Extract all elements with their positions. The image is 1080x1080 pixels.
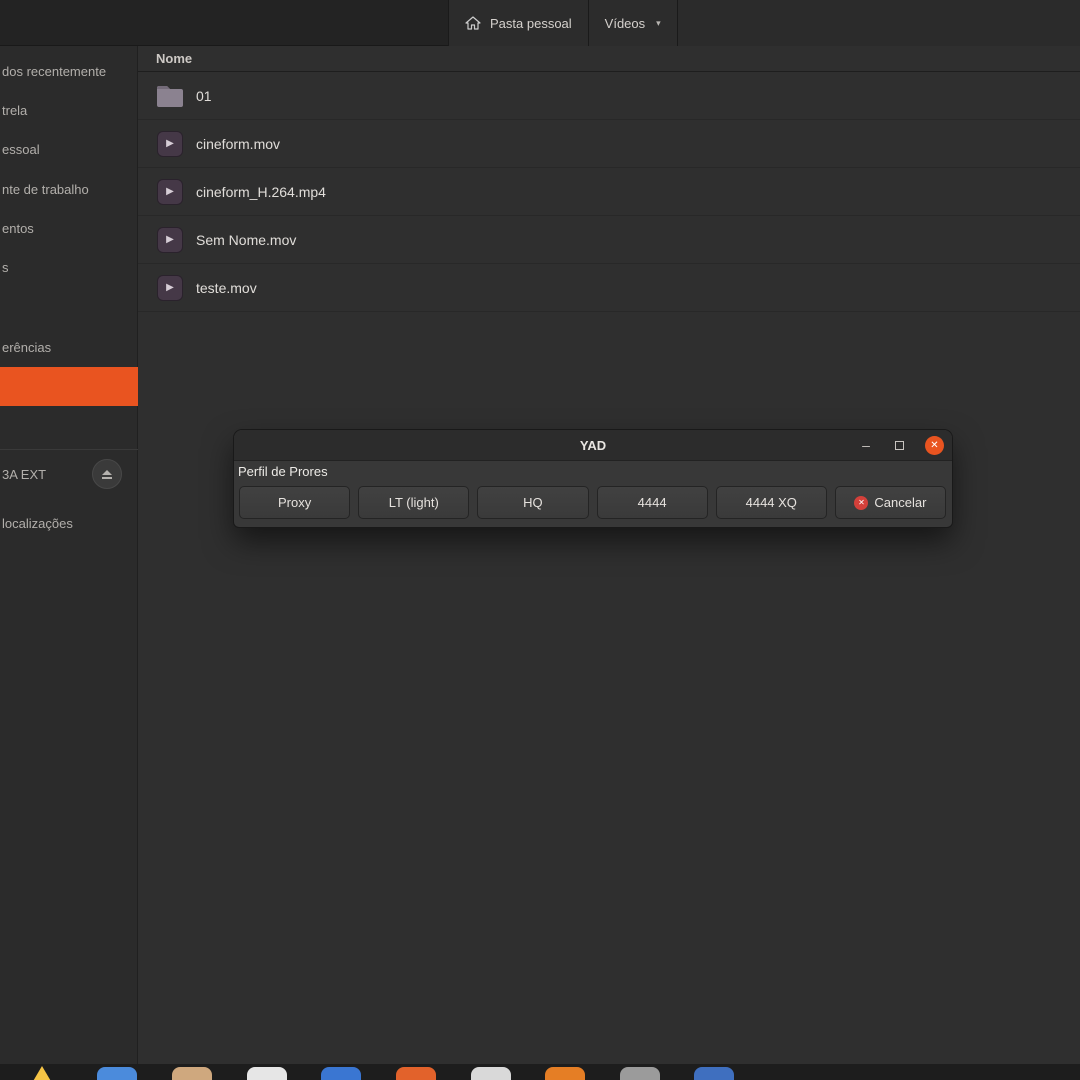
play-icon: ▶	[166, 234, 174, 245]
folder-icon	[156, 85, 184, 107]
sidebar-item-label: dos recentemente	[2, 63, 107, 79]
dock-app-icon-8[interactable]	[545, 1067, 585, 1080]
eject-button[interactable]	[92, 459, 122, 489]
button-label: Proxy	[277, 495, 312, 510]
dialog-title: YAD	[579, 437, 607, 453]
maximize-button[interactable]	[895, 440, 904, 450]
sidebar-item-label: erências	[2, 339, 52, 355]
dialog-button-row: Proxy LT (light) HQ 4444 4444 XQ ✕ Cance…	[238, 486, 947, 519]
sidebar-item-label: localizações	[2, 515, 73, 531]
dock-app-icon-4[interactable]	[247, 1067, 287, 1080]
dock	[0, 1064, 1080, 1080]
sidebar-item-label: trela	[2, 102, 28, 118]
sidebar-item-starred[interactable]: trela	[0, 91, 138, 129]
close-button[interactable]: ✕	[925, 435, 944, 455]
sidebar-item-label: 3A EXT	[2, 466, 47, 482]
minimize-button[interactable]: –	[858, 437, 874, 453]
video-file-icon: ▶	[157, 178, 183, 205]
dock-app-icon-7[interactable]	[471, 1067, 511, 1080]
path-bar-empty	[676, 0, 1080, 46]
dock-app-icon-3[interactable]	[172, 1067, 212, 1080]
sidebar-item-desktop[interactable]: nte de trabalho	[0, 170, 138, 208]
cancel-button[interactable]: ✕ Cancelar	[834, 486, 947, 519]
dialog-label: Perfil de Prores	[238, 464, 328, 479]
lt-light-button[interactable]: LT (light)	[358, 486, 470, 519]
play-icon: ▶	[166, 138, 174, 149]
p4444xq-button[interactable]: 4444 XQ	[715, 486, 827, 519]
sidebar-item-label: entos	[2, 220, 34, 236]
sidebar: dos recentemente trela essoal nte de tra…	[0, 46, 138, 1064]
breadcrumb-home-label: Pasta pessoal	[490, 15, 572, 31]
table-row[interactable]: ▶ Sem Nome.mov	[138, 216, 1080, 264]
yad-dialog: YAD – ✕ Perfil de Prores Proxy LT (light…	[234, 430, 952, 527]
video-file-icon: ▶	[157, 274, 183, 301]
sidebar-separator	[0, 449, 138, 450]
play-icon: ▶	[166, 282, 174, 293]
dock-app-icon-6[interactable]	[396, 1067, 436, 1080]
window-controls: – ✕	[858, 430, 944, 460]
dock-app-icon-2[interactable]	[97, 1067, 137, 1080]
dialog-body: Perfil de Prores Proxy LT (light) HQ 444…	[234, 461, 952, 519]
home-icon	[465, 16, 481, 30]
play-icon: ▶	[166, 186, 174, 197]
file-name: cineform.mov	[196, 135, 281, 152]
table-row[interactable]: ▶ cineform.mov	[138, 120, 1080, 168]
sidebar-item-videos-selected[interactable]	[0, 367, 138, 406]
file-name: Sem Nome.mov	[196, 231, 297, 248]
hq-button[interactable]: HQ	[477, 486, 589, 519]
dock-app-icon-9[interactable]	[620, 1067, 660, 1080]
dialog-titlebar[interactable]: YAD – ✕	[234, 430, 952, 461]
breadcrumb-home-button[interactable]: Pasta pessoal	[448, 0, 588, 46]
table-row[interactable]: ▶ teste.mov	[138, 264, 1080, 312]
cancel-icon: ✕	[854, 495, 869, 510]
table-row[interactable]: ▶ cineform_H.264.mp4	[138, 168, 1080, 216]
proxy-button[interactable]: Proxy	[239, 486, 351, 519]
chevron-down-icon: ▾	[656, 17, 661, 28]
dock-app-icon-1[interactable]	[22, 1066, 62, 1080]
sidebar-item-documents[interactable]: entos	[0, 209, 138, 247]
p4444-button[interactable]: 4444	[596, 486, 708, 519]
eject-icon	[102, 469, 112, 475]
sidebar-item-downloads[interactable]: erências	[0, 328, 138, 366]
sidebar-item-home[interactable]: essoal	[0, 130, 138, 168]
table-row[interactable]: 01	[138, 72, 1080, 120]
file-name: cineform_H.264.mp4	[196, 183, 326, 200]
sidebar-item-label: essoal	[2, 141, 40, 157]
breadcrumb-videos-label: Vídeos	[604, 15, 646, 31]
sidebar-item-label: nte de trabalho	[2, 181, 89, 197]
sidebar-item-label: s	[2, 259, 9, 275]
dock-app-icon-10[interactable]	[694, 1067, 734, 1080]
video-file-icon: ▶	[157, 130, 183, 157]
sidebar-item-mounted-drive[interactable]: 3A EXT	[0, 455, 138, 493]
path-bar: Pasta pessoal Vídeos ▾	[448, 0, 1080, 46]
dock-app-icon-5[interactable]	[321, 1067, 361, 1080]
file-name: 01	[196, 87, 212, 104]
close-icon: ✕	[930, 439, 939, 451]
file-name: teste.mov	[196, 279, 257, 296]
breadcrumb-videos-button[interactable]: Vídeos ▾	[587, 0, 677, 46]
sidebar-item-recent[interactable]: dos recentemente	[0, 52, 138, 90]
button-label: 4444 XQ	[745, 495, 797, 510]
video-file-icon: ▶	[157, 226, 183, 253]
top-bar: Pasta pessoal Vídeos ▾	[0, 0, 1080, 46]
column-header-name[interactable]: Nome	[138, 46, 1080, 72]
sidebar-item-pictures[interactable]: s	[0, 248, 138, 286]
sidebar-item-other-locations[interactable]: localizações	[0, 504, 138, 542]
button-label: LT (light)	[388, 495, 439, 510]
button-label: Cancelar	[874, 495, 927, 510]
button-label: HQ	[523, 495, 543, 510]
button-label: 4444	[637, 495, 667, 510]
column-header-label: Nome	[156, 51, 193, 66]
